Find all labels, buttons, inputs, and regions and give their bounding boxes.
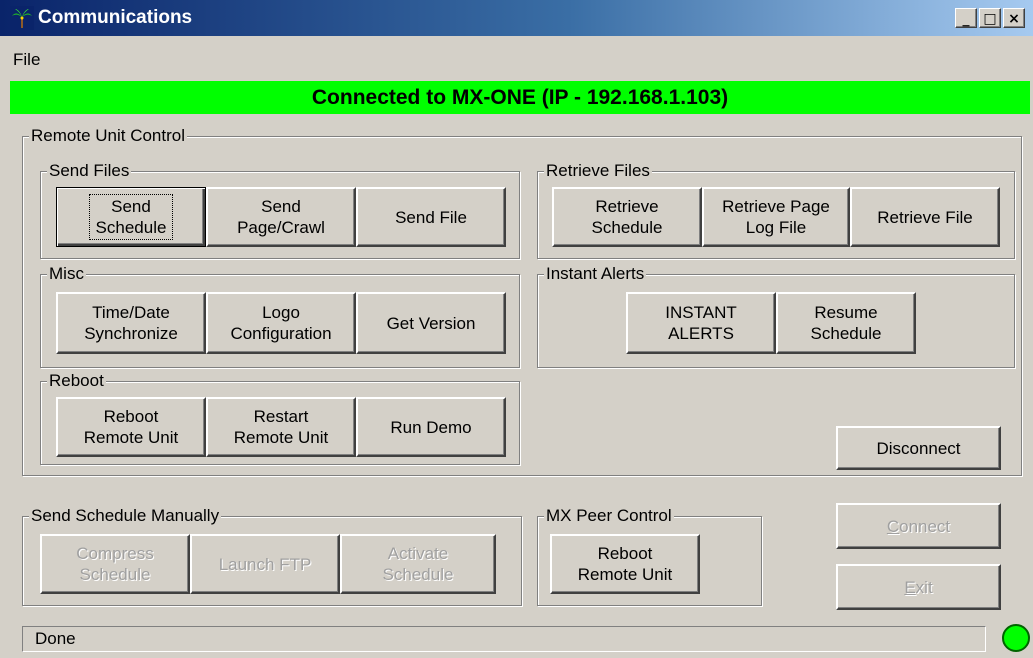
send-files-label: Send Files bbox=[47, 161, 132, 181]
retrieve-files-label: Retrieve Files bbox=[544, 161, 652, 181]
instant-alerts-button[interactable]: INSTANT ALERTS bbox=[626, 292, 776, 354]
minimize-button[interactable]: _ bbox=[955, 8, 977, 28]
window-title: Communications bbox=[38, 7, 193, 28]
connect-accel: C bbox=[886, 516, 900, 536]
activate-schedule-button[interactable]: Activate Schedule bbox=[340, 534, 496, 594]
status-bar: Done bbox=[22, 626, 986, 652]
time-date-sync-button[interactable]: Time/Date Synchronize bbox=[56, 292, 206, 354]
send-page-crawl-button[interactable]: Send Page/Crawl bbox=[206, 187, 356, 247]
run-demo-button[interactable]: Run Demo bbox=[356, 397, 506, 457]
instant-alerts-label: Instant Alerts bbox=[544, 264, 647, 284]
retrieve-schedule-button[interactable]: Retrieve Schedule bbox=[552, 187, 702, 247]
title-bar[interactable]: Communications _ □ × bbox=[0, 0, 1033, 36]
resume-schedule-button[interactable]: Resume Schedule bbox=[776, 292, 916, 354]
connection-indicator-icon bbox=[1002, 624, 1030, 652]
logo-configuration-button[interactable]: Logo Configuration bbox=[206, 292, 356, 354]
reboot-label: Reboot bbox=[47, 371, 106, 391]
send-schedule-manually-label: Send Schedule Manually bbox=[29, 506, 222, 526]
connect-button[interactable]: Connect bbox=[836, 503, 1001, 549]
close-button[interactable]: × bbox=[1003, 8, 1025, 28]
maximize-button[interactable]: □ bbox=[979, 8, 1001, 28]
connection-status-banner: Connected to MX-ONE (IP - 192.168.1.103) bbox=[10, 81, 1030, 114]
exit-rest: xit bbox=[915, 577, 933, 597]
launch-ftp-button[interactable]: Launch FTP bbox=[190, 534, 340, 594]
palm-tree-icon bbox=[10, 6, 34, 30]
reboot-remote-unit-button[interactable]: Reboot Remote Unit bbox=[56, 397, 206, 457]
peer-reboot-remote-unit-button[interactable]: Reboot Remote Unit bbox=[550, 534, 700, 594]
exit-accel: E bbox=[904, 577, 916, 597]
send-schedule-label: Send Schedule bbox=[88, 194, 174, 240]
send-file-button[interactable]: Send File bbox=[356, 187, 506, 247]
disconnect-button[interactable]: Disconnect bbox=[836, 426, 1001, 470]
remote-unit-control-label: Remote Unit Control bbox=[29, 126, 188, 146]
get-version-button[interactable]: Get Version bbox=[356, 292, 506, 354]
exit-button[interactable]: Exit bbox=[836, 564, 1001, 610]
connect-rest: onnect bbox=[899, 516, 951, 536]
status-text: Done bbox=[35, 629, 76, 648]
retrieve-page-log-button[interactable]: Retrieve Page Log File bbox=[702, 187, 850, 247]
menu-file[interactable]: File bbox=[13, 50, 40, 70]
misc-label: Misc bbox=[47, 264, 86, 284]
compress-schedule-button[interactable]: Compress Schedule bbox=[40, 534, 190, 594]
send-schedule-button[interactable]: Send Schedule bbox=[56, 187, 206, 247]
mx-peer-control-label: MX Peer Control bbox=[544, 506, 674, 526]
restart-remote-unit-button[interactable]: Restart Remote Unit bbox=[206, 397, 356, 457]
retrieve-file-button[interactable]: Retrieve File bbox=[850, 187, 1000, 247]
